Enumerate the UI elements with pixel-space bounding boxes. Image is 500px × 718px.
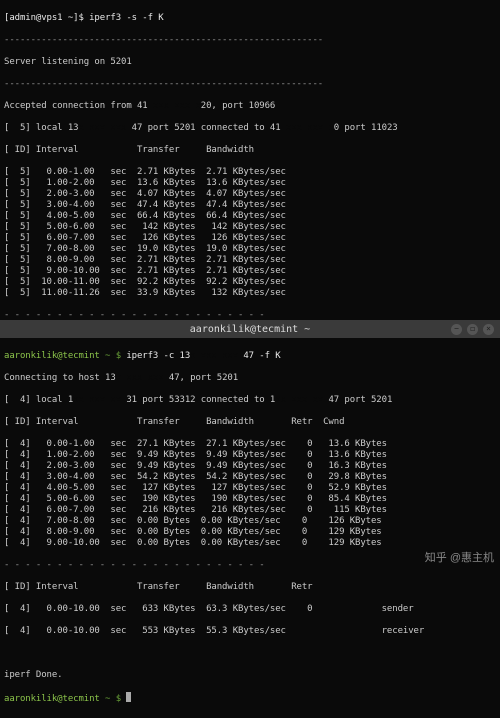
table-row: [ 5] 11.00-11.26 sec 33.9 KBytes 132 KBy… bbox=[4, 288, 496, 299]
table-row: [ 5] 9.00-10.00 sec 2.71 KBytes 2.71 KBy… bbox=[4, 266, 496, 277]
connecting-line: Connecting to host 13x.xxx.xxx.47, port … bbox=[4, 373, 496, 384]
window-title: aaronkilik@tecmint ~ bbox=[0, 324, 500, 335]
accepted-line: Accepted connection from 41.xxx.xxx.x20,… bbox=[4, 101, 496, 112]
summary-receiver: [ 4] 0.00-10.00 sec 553 KBytes 55.3 KByt… bbox=[4, 626, 496, 637]
header-row: [ ID] Interval Transfer Bandwidth Retr C… bbox=[4, 417, 496, 428]
header-row: [ ID] Interval Transfer Bandwidth bbox=[4, 145, 496, 156]
summary-sender: [ 4] 0.00-10.00 sec 633 KBytes 63.3 KByt… bbox=[4, 604, 496, 615]
table-row: [ 4] 5.00-6.00 sec 190 KBytes 190 KBytes… bbox=[4, 494, 496, 505]
divider: ----------------------------------------… bbox=[4, 35, 496, 46]
local-line: [ 4] local 1xx.xxx.xx.31 port 53312 conn… bbox=[4, 395, 496, 406]
table-row: [ 5] 7.00-8.00 sec 19.0 KBytes 19.0 KByt… bbox=[4, 244, 496, 255]
listening-line: Server listening on 5201 bbox=[4, 57, 496, 68]
table-row: [ 4] 1.00-2.00 sec 9.49 KBytes 9.49 KByt… bbox=[4, 450, 496, 461]
local-line: [ 5] local 13x.xxx.xxx.47 port 5201 conn… bbox=[4, 123, 496, 134]
header-row: [ ID] Interval Transfer Bandwidth Retr bbox=[4, 582, 496, 593]
table-row: [ 5] 4.00-5.00 sec 66.4 KBytes 66.4 KByt… bbox=[4, 211, 496, 222]
table-row: [ 4] 3.00-4.00 sec 54.2 KBytes 54.2 KByt… bbox=[4, 472, 496, 483]
table-row: [ 5] 0.00-1.00 sec 2.71 KBytes 2.71 KByt… bbox=[4, 167, 496, 178]
done-line: iperf Done. bbox=[4, 670, 496, 681]
server-terminal[interactable]: [admin@vps1 ~]$ iperf3 -s -f K ---------… bbox=[0, 0, 500, 320]
table-row: [ 4] 0.00-1.00 sec 27.1 KBytes 27.1 KByt… bbox=[4, 439, 496, 450]
table-row: [ 4] 8.00-9.00 sec 0.00 Bytes 0.00 KByte… bbox=[4, 527, 496, 538]
table-row: [ 5] 3.00-4.00 sec 47.4 KBytes 47.4 KByt… bbox=[4, 200, 496, 211]
server-command: iperf3 -s -f K bbox=[89, 13, 163, 23]
table-row: [ 4] 7.00-8.00 sec 0.00 Bytes 0.00 KByte… bbox=[4, 516, 496, 527]
divider-short: - - - - - - - - - - - - - - - - - - - - … bbox=[4, 310, 496, 320]
table-row: [ 5] 2.00-3.00 sec 4.07 KBytes 4.07 KByt… bbox=[4, 189, 496, 200]
client-prompt-line[interactable]: aaronkilik@tecmint ~ $ bbox=[4, 692, 496, 705]
table-row: [ 4] 9.00-10.00 sec 0.00 Bytes 0.00 KByt… bbox=[4, 538, 496, 549]
window-titlebar[interactable]: aaronkilik@tecmint ~ − ◻ × bbox=[0, 320, 500, 338]
table-row: [ 4] 4.00-5.00 sec 127 KBytes 127 KBytes… bbox=[4, 483, 496, 494]
divider-short: - - - - - - - - - - - - - - - - - - - - … bbox=[4, 560, 496, 571]
table-row: [ 4] 2.00-3.00 sec 9.49 KBytes 9.49 KByt… bbox=[4, 461, 496, 472]
client-prompt-line: aaronkilik@tecmint ~ $ iperf3 -c 13x.xxx… bbox=[4, 351, 496, 362]
close-icon[interactable]: × bbox=[483, 324, 494, 335]
cursor-icon bbox=[126, 692, 131, 702]
client-terminal[interactable]: aaronkilik@tecmint ~ $ iperf3 -c 13x.xxx… bbox=[0, 338, 500, 718]
table-row: [ 5] 6.00-7.00 sec 126 KBytes 126 KBytes… bbox=[4, 233, 496, 244]
server-prompt: [admin@vps1 ~]$ bbox=[4, 13, 89, 23]
table-row: [ 5] 8.00-9.00 sec 2.71 KBytes 2.71 KByt… bbox=[4, 255, 496, 266]
blank-line bbox=[4, 648, 496, 659]
divider: ----------------------------------------… bbox=[4, 79, 496, 90]
table-row: [ 5] 5.00-6.00 sec 142 KBytes 142 KBytes… bbox=[4, 222, 496, 233]
table-row: [ 4] 6.00-7.00 sec 216 KBytes 216 KBytes… bbox=[4, 505, 496, 516]
table-row: [ 5] 1.00-2.00 sec 13.6 KBytes 13.6 KByt… bbox=[4, 178, 496, 189]
maximize-icon[interactable]: ◻ bbox=[467, 324, 478, 335]
table-row: [ 5] 10.00-11.00 sec 92.2 KBytes 92.2 KB… bbox=[4, 277, 496, 288]
minimize-icon[interactable]: − bbox=[451, 324, 462, 335]
